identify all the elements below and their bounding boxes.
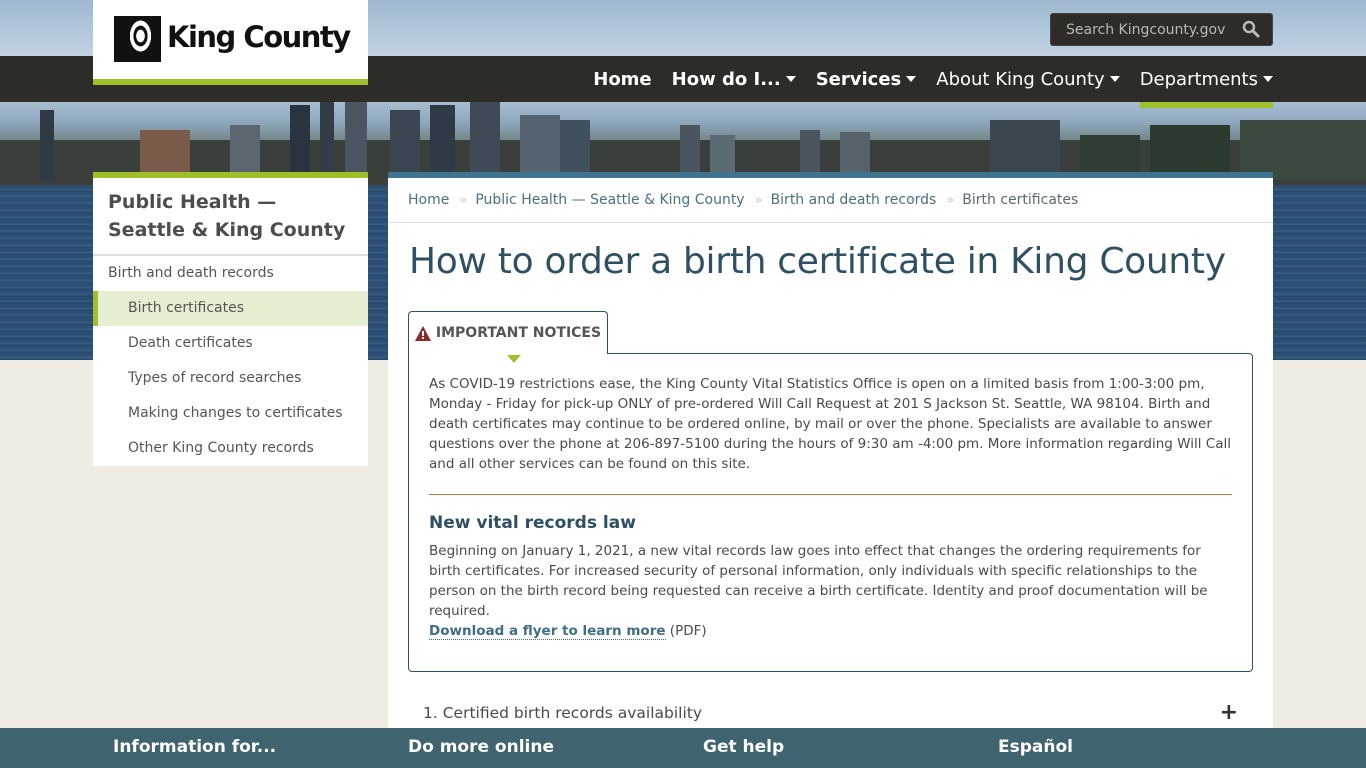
breadcrumb-separator-icon: »	[754, 192, 763, 208]
sidebar-title[interactable]: Public Health — Seattle & King County	[93, 178, 368, 256]
notice-tabs: IMPORTANT NOTICES	[408, 311, 1273, 363]
section-sidebar: Public Health — Seattle & King County Bi…	[93, 172, 368, 466]
sidebar-item-making-changes[interactable]: Making changes to certificates	[93, 396, 368, 431]
footer-do-more-online[interactable]: Do more online	[408, 737, 554, 757]
breadcrumb: Home » Public Health — Seattle & King Co…	[388, 178, 1273, 223]
new-law-text: Beginning on January 1, 2021, a new vita…	[429, 541, 1232, 641]
caret-down-icon	[906, 76, 917, 82]
accordion-label: 1. Certified birth records availability	[423, 703, 703, 722]
tab-active-indicator	[507, 355, 521, 363]
breadcrumb-birth-death-records[interactable]: Birth and death records	[771, 192, 937, 208]
new-law-body: Beginning on January 1, 2021, a new vita…	[429, 543, 1208, 619]
accordion-item-availability[interactable]: 1. Certified birth records availability …	[408, 694, 1253, 732]
plus-icon: +	[1219, 700, 1238, 725]
caret-down-icon	[785, 76, 796, 82]
nav-how-do-i[interactable]: How do I...	[672, 56, 796, 102]
nav-how-do-i-label: How do I...	[671, 68, 781, 90]
covid-notice-text: As COVID-19 restrictions ease, the King …	[429, 376, 1231, 472]
warning-icon	[414, 325, 431, 341]
breadcrumb-home[interactable]: Home	[408, 192, 449, 208]
footer-information-for[interactable]: Information for...	[113, 737, 276, 757]
nav-services-label: Services	[815, 68, 902, 90]
sticky-footer-bar: Information for... Do more online Get he…	[0, 728, 1366, 768]
page-title: How to order a birth certificate in King…	[409, 241, 1226, 282]
sidebar-item-types-of-record-searches[interactable]: Types of record searches	[93, 361, 368, 396]
sidebar-item-other-records[interactable]: Other King County records	[93, 431, 368, 466]
nav-about-king-county[interactable]: About King County	[936, 56, 1120, 102]
caret-down-icon	[1109, 76, 1120, 82]
tab-label: IMPORTANT NOTICES	[435, 325, 602, 341]
mlk-logo-icon	[114, 16, 161, 62]
nav-about-label: About King County	[936, 68, 1105, 90]
main-navigation: Home How do I... Services About King Cou…	[573, 56, 1274, 108]
breadcrumb-separator-icon: »	[459, 192, 467, 208]
nav-services[interactable]: Services	[816, 56, 917, 102]
caret-down-icon	[1263, 76, 1273, 82]
nav-departments[interactable]: Departments	[1139, 56, 1274, 108]
section-divider	[429, 494, 1232, 495]
search-input[interactable]	[1051, 14, 1236, 45]
footer-espanol[interactable]: Español	[998, 737, 1073, 757]
download-flyer-link[interactable]: Download a flyer to learn more	[429, 623, 666, 640]
sidebar-item-birth-certificates[interactable]: Birth certificates	[93, 291, 368, 326]
new-law-heading: New vital records law	[429, 513, 636, 533]
nav-departments-label: Departments	[1139, 68, 1258, 90]
footer-get-help[interactable]: Get help	[703, 737, 784, 757]
breadcrumb-current: Birth certificates	[962, 192, 1079, 208]
tab-important-notices[interactable]: IMPORTANT NOTICES	[408, 311, 608, 363]
sidebar-item-birth-and-death-records[interactable]: Birth and death records	[93, 256, 368, 291]
search-icon[interactable]	[1242, 20, 1260, 38]
site-search	[1050, 13, 1273, 46]
pdf-label: (PDF)	[665, 623, 707, 639]
nav-home-label: Home	[593, 68, 652, 90]
breadcrumb-separator-icon: »	[946, 192, 954, 208]
breadcrumb-public-health[interactable]: Public Health — Seattle & King County	[475, 192, 744, 208]
nav-home[interactable]: Home	[593, 56, 651, 102]
king-county-logo[interactable]: King County	[93, 0, 368, 85]
logo-text: King County	[167, 20, 351, 54]
main-content: Home » Public Health — Seattle & King Co…	[388, 172, 1273, 768]
sidebar-item-death-certificates[interactable]: Death certificates	[93, 326, 368, 361]
notices-panel: As COVID-19 restrictions ease, the King …	[408, 353, 1253, 672]
